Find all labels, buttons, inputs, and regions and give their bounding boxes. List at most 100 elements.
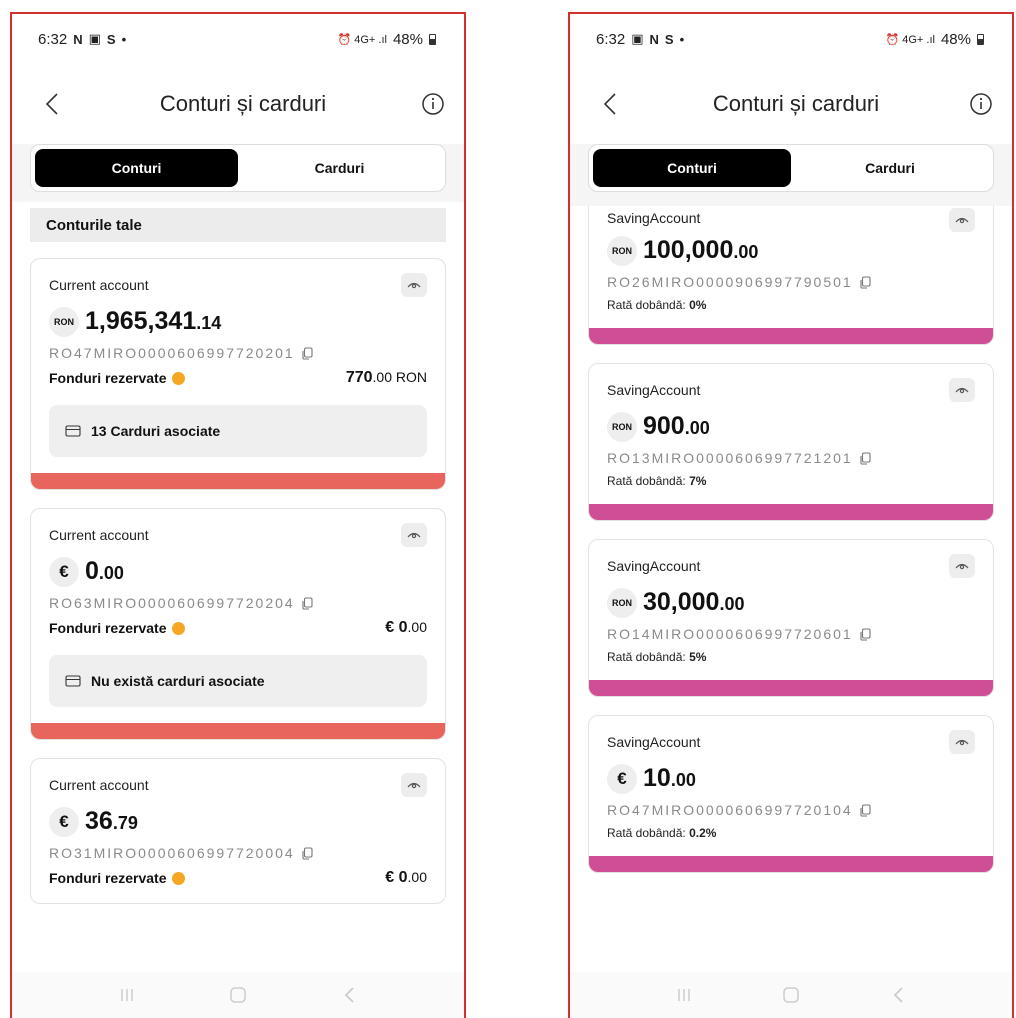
account-color-strip	[589, 328, 993, 344]
tab-carduri[interactable]: Carduri	[791, 149, 989, 187]
currency-badge: €	[49, 557, 79, 587]
reserved-funds-label: Fonduri rezervate	[49, 620, 167, 636]
tab-conturi[interactable]: Conturi	[593, 149, 791, 187]
account-type: SavingAccount	[607, 210, 701, 226]
account-type: Current account	[49, 277, 149, 293]
balance-integer: 36	[85, 807, 113, 835]
back-nav-icon[interactable]	[334, 983, 364, 1007]
warning-icon[interactable]	[172, 871, 186, 885]
warning-icon[interactable]	[172, 621, 186, 635]
accounts-list[interactable]: Conturile tale Current account RON 1,965…	[12, 202, 464, 972]
tab-carduri[interactable]: Carduri	[238, 149, 441, 187]
tab-conturi[interactable]: Conturi	[35, 149, 238, 187]
eye-icon[interactable]	[949, 378, 975, 402]
tab-switcher: Conturi Carduri	[588, 144, 994, 192]
account-card[interactable]: SavingAccount RON 30,000 .00 RO14MIRO000…	[588, 539, 994, 697]
copy-icon[interactable]	[859, 451, 871, 465]
copy-icon[interactable]	[859, 803, 871, 817]
account-type: SavingAccount	[607, 734, 701, 750]
notification-icon: •	[679, 31, 685, 47]
recents-icon[interactable]	[669, 983, 699, 1007]
notification-icon: N	[649, 31, 659, 47]
reserved-funds-label: Fonduri rezervate	[49, 870, 167, 886]
eye-icon[interactable]	[401, 273, 427, 297]
balance-decimals: .00	[719, 594, 745, 614]
phone-screen-right: 6:32 ▣ N S • ⏰ 4G+ .ıl 48% Conturi și ca…	[568, 12, 1014, 1018]
eye-icon[interactable]	[401, 773, 427, 797]
account-type: SavingAccount	[607, 558, 701, 574]
account-card[interactable]: Current account € 0 .00 RO63MIRO00006069…	[30, 508, 446, 740]
signal-icon: ⏰ 4G+ .ıl	[885, 33, 935, 46]
info-icon[interactable]	[968, 91, 994, 117]
reserved-funds-label: Fonduri rezervate	[49, 370, 167, 386]
account-card[interactable]: Current account RON 1,965,341 .14 RO47MI…	[30, 258, 446, 490]
balance-decimals: .00	[670, 770, 696, 790]
balance: RON 900 .00	[607, 412, 975, 442]
associated-cards-button[interactable]: 13 Carduri asociate	[49, 405, 427, 457]
associated-cards-button[interactable]: Nu există carduri asociate	[49, 655, 427, 707]
iban: RO63MIRO0000606997720204	[49, 595, 295, 611]
warning-icon[interactable]	[172, 371, 186, 385]
phone-screen-left: 6:32 N ▣ S • ⏰ 4G+ .ıl 48% Conturi și ca…	[10, 12, 466, 1018]
account-card[interactable]: SavingAccount RON 100,000 .00 RO26MIRO00…	[588, 206, 994, 345]
battery-level: 48%	[392, 30, 423, 48]
balance-integer: 30,000	[643, 588, 720, 616]
back-nav-icon[interactable]	[883, 983, 913, 1007]
info-icon[interactable]	[420, 91, 446, 117]
back-arrow-icon[interactable]	[596, 90, 624, 118]
interest-rate-label: Rată dobândă:	[607, 826, 686, 840]
home-icon[interactable]	[776, 983, 806, 1007]
reserved-funds-main: € 0	[385, 869, 408, 886]
copy-icon[interactable]	[301, 596, 313, 610]
eye-icon[interactable]	[949, 730, 975, 754]
associated-cards-label: Nu există carduri asociate	[91, 673, 265, 689]
copy-icon[interactable]	[301, 846, 313, 860]
account-color-strip	[589, 856, 993, 872]
account-card[interactable]: SavingAccount € 10 .00 RO47MIRO000060699…	[588, 715, 994, 873]
account-color-strip	[589, 680, 993, 696]
eye-icon[interactable]	[949, 208, 975, 232]
battery-icon	[977, 33, 984, 45]
system-nav-bar	[570, 972, 1012, 1018]
reserved-funds-main: 770	[345, 369, 373, 386]
account-card[interactable]: Current account € 36 .79 RO31MIRO0000606…	[30, 758, 446, 904]
battery-icon	[429, 33, 436, 45]
balance: RON 100,000 .00	[607, 236, 975, 266]
interest-rate: Rată dobândă: 5%	[607, 650, 975, 664]
status-bar: 6:32 N ▣ S • ⏰ 4G+ .ıl 48%	[12, 14, 464, 64]
home-icon[interactable]	[223, 983, 253, 1007]
balance: € 10 .00	[607, 764, 975, 794]
eye-icon[interactable]	[401, 523, 427, 547]
eye-icon[interactable]	[949, 554, 975, 578]
accounts-list[interactable]: SavingAccount RON 100,000 .00 RO26MIRO00…	[570, 206, 1012, 972]
copy-icon[interactable]	[859, 627, 871, 641]
account-card[interactable]: SavingAccount RON 900 .00 RO13MIRO000060…	[588, 363, 994, 521]
account-color-strip	[31, 473, 445, 489]
currency-badge: RON	[607, 236, 637, 266]
back-arrow-icon[interactable]	[38, 90, 66, 118]
interest-rate-value: 0%	[689, 298, 707, 312]
account-type: Current account	[49, 777, 149, 793]
currency-badge: €	[607, 764, 637, 794]
reserved-funds-value: € 0.00	[385, 869, 427, 887]
recents-icon[interactable]	[112, 983, 142, 1007]
interest-rate-label: Rată dobândă:	[607, 298, 686, 312]
balance-integer: 900	[643, 412, 685, 440]
iban: RO26MIRO0000906997790501	[607, 274, 853, 290]
balance-integer: 10	[643, 764, 671, 792]
copy-icon[interactable]	[301, 346, 313, 360]
interest-rate: Rată dobândă: 0%	[607, 298, 975, 312]
app-header: Conturi și carduri	[570, 64, 1012, 144]
balance: RON 30,000 .00	[607, 588, 975, 618]
iban: RO31MIRO0000606997720004	[49, 845, 295, 861]
card-icon	[65, 425, 81, 437]
interest-rate: Rată dobândă: 7%	[607, 474, 975, 488]
balance-decimals: .00	[684, 418, 710, 438]
balance-decimals: .00	[98, 563, 124, 583]
balance-integer: 1,965,341	[85, 307, 197, 335]
iban: RO47MIRO0000606997720104	[607, 802, 853, 818]
reserved-funds-main: € 0	[385, 619, 408, 636]
account-type: Current account	[49, 527, 149, 543]
copy-icon[interactable]	[859, 275, 871, 289]
reserved-funds-decimals: .00	[407, 619, 427, 635]
